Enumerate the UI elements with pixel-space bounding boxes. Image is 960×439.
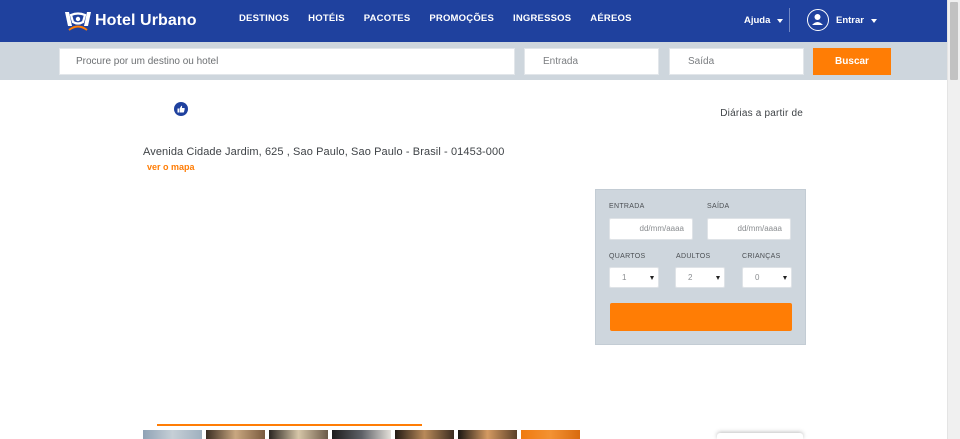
nav-pacotes[interactable]: PACOTES	[364, 13, 411, 24]
rooms-value: 1	[622, 273, 627, 282]
select-arrow-icon	[783, 276, 787, 280]
destination-search-input[interactable]: Procure por um destino ou hotel	[59, 48, 515, 75]
thumbnail-photo[interactable]	[143, 430, 202, 439]
header-divider	[789, 8, 790, 32]
caret-down-icon	[777, 18, 784, 23]
children-select[interactable]: 0	[742, 267, 792, 288]
user-icon[interactable]	[807, 9, 829, 31]
checkin-date-input[interactable]: Entrada	[524, 48, 659, 75]
thumbnail-photo[interactable]	[206, 430, 265, 439]
view-map-link[interactable]: ver o mapa	[147, 162, 195, 172]
thumbnail-photo[interactable]	[521, 430, 580, 439]
adults-label: ADULTOS	[676, 253, 711, 260]
booking-submit-button[interactable]	[610, 303, 792, 331]
select-arrow-icon	[650, 276, 654, 280]
checkout-label: SAÍDA	[707, 203, 730, 210]
help-menu[interactable]: Ajuda	[744, 15, 784, 26]
brand-name: Hotel Urbano	[95, 12, 197, 29]
logo-link[interactable]: Hotel Urbano	[64, 9, 197, 33]
login-label: Entrar	[836, 15, 864, 26]
search-button[interactable]: Buscar	[813, 48, 891, 75]
nav-promocoes[interactable]: PROMOÇÕES	[429, 13, 494, 24]
gallery-progress-bar	[157, 424, 422, 426]
select-arrow-icon	[716, 276, 720, 280]
caret-down-icon	[870, 18, 877, 23]
rooms-label: QUARTOS	[609, 253, 646, 260]
children-value: 0	[755, 273, 760, 282]
page-scrollbar[interactable]	[947, 0, 960, 439]
booking-checkin-input[interactable]: dd/mm/aaaa	[609, 218, 693, 240]
thumbs-up-icon[interactable]	[174, 102, 188, 116]
help-label: Ajuda	[744, 15, 771, 26]
nav-hoteis[interactable]: HOTÉIS	[308, 13, 345, 24]
rooms-select[interactable]: 1	[609, 267, 659, 288]
thumbnail-photo[interactable]	[269, 430, 328, 439]
scrollbar-thumb[interactable]	[950, 2, 958, 80]
thumbnail-photo[interactable]	[458, 430, 517, 439]
login-menu[interactable]: Entrar	[836, 15, 877, 26]
search-bar: Procure por um destino ou hotel Entrada …	[0, 42, 947, 80]
daily-rate-label: Diárias a partir de	[720, 108, 803, 119]
top-header: Hotel Urbano DESTINOS HOTÉIS PACOTES PRO…	[0, 0, 947, 42]
chat-widget[interactable]	[717, 433, 803, 439]
nav-ingressos[interactable]: INGRESSOS	[513, 13, 571, 24]
nav-aereos[interactable]: AÉREOS	[590, 13, 631, 24]
thumbnail-photo[interactable]	[332, 430, 391, 439]
children-label: CRIANÇAS	[742, 253, 781, 260]
nav-destinos[interactable]: DESTINOS	[239, 13, 289, 24]
main-nav: DESTINOS HOTÉIS PACOTES PROMOÇÕES INGRES…	[239, 13, 651, 24]
booking-checkout-input[interactable]: dd/mm/aaaa	[707, 218, 791, 240]
thumbnail-photo[interactable]	[395, 430, 454, 439]
photo-thumbnails	[143, 430, 584, 439]
checkin-label: ENTRADA	[609, 203, 645, 210]
adults-select[interactable]: 2	[675, 267, 725, 288]
adults-value: 2	[688, 273, 693, 282]
booking-panel: ENTRADA SAÍDA dd/mm/aaaa dd/mm/aaaa QUAR…	[595, 189, 806, 345]
checkout-date-input[interactable]: Saída	[669, 48, 804, 75]
hotel-address: Avenida Cidade Jardim, 625 , Sao Paulo, …	[143, 146, 505, 158]
hotel-urbano-logo-icon	[64, 10, 92, 32]
